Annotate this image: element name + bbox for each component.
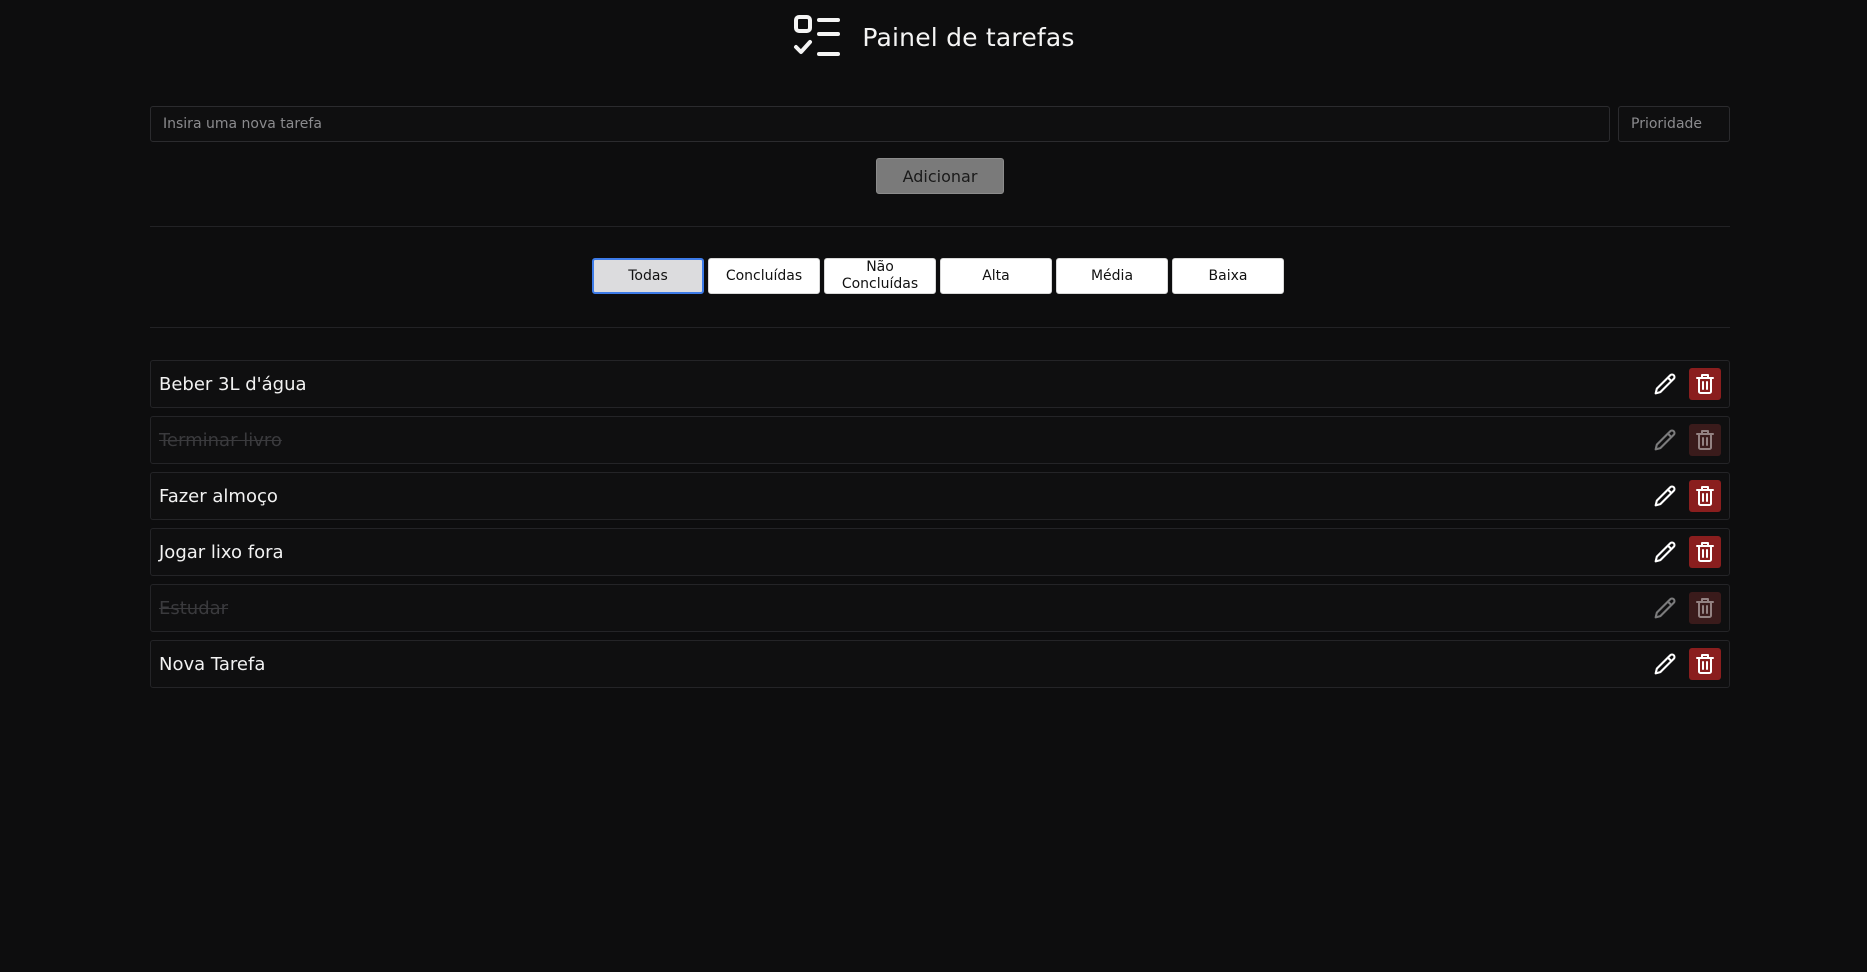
delete-task-button[interactable] <box>1689 368 1721 400</box>
add-task-button[interactable]: Adicionar <box>876 158 1004 194</box>
task-item[interactable]: Beber 3L d'água <box>150 360 1730 408</box>
page-title: Painel de tarefas <box>862 22 1075 52</box>
filter-high-button[interactable]: Alta <box>940 258 1052 294</box>
edit-task-button[interactable] <box>1651 482 1679 510</box>
new-task-input[interactable] <box>150 106 1610 142</box>
priority-input[interactable] <box>1618 106 1730 142</box>
task-text: Terminar livro <box>159 429 282 451</box>
task-item[interactable]: Jogar lixo fora <box>150 528 1730 576</box>
trash-icon <box>1695 485 1715 507</box>
task-item[interactable]: Nova Tarefa <box>150 640 1730 688</box>
trash-icon <box>1695 429 1715 451</box>
pencil-icon <box>1651 370 1679 398</box>
task-list: Beber 3L d'água Terminar livro Fazer alm… <box>150 360 1730 696</box>
pencil-icon <box>1651 650 1679 678</box>
pencil-icon <box>1651 482 1679 510</box>
task-item[interactable]: Fazer almoço <box>150 472 1730 520</box>
edit-task-button[interactable] <box>1651 426 1679 454</box>
edit-task-button[interactable] <box>1651 538 1679 566</box>
task-text: Jogar lixo fora <box>159 541 284 563</box>
filter-all-button[interactable]: Todas <box>592 258 704 294</box>
task-text: Estudar <box>159 597 229 619</box>
delete-task-button[interactable] <box>1689 480 1721 512</box>
edit-task-button[interactable] <box>1651 650 1679 678</box>
checklist-icon <box>792 14 842 60</box>
edit-task-button[interactable] <box>1651 594 1679 622</box>
trash-icon <box>1695 597 1715 619</box>
task-text: Fazer almoço <box>159 485 278 507</box>
filter-bar: Todas Concluídas Não Concluídas Alta Méd… <box>592 258 1284 294</box>
filter-low-button[interactable]: Baixa <box>1172 258 1284 294</box>
task-item[interactable]: Terminar livro <box>150 416 1730 464</box>
trash-icon <box>1695 653 1715 675</box>
filter-not-completed-button[interactable]: Não Concluídas <box>824 258 936 294</box>
pencil-icon <box>1651 538 1679 566</box>
task-text: Beber 3L d'água <box>159 373 307 395</box>
delete-task-button[interactable] <box>1689 592 1721 624</box>
pencil-icon <box>1651 426 1679 454</box>
task-text: Nova Tarefa <box>159 653 266 675</box>
divider <box>150 226 1730 227</box>
edit-task-button[interactable] <box>1651 370 1679 398</box>
filter-medium-button[interactable]: Média <box>1056 258 1168 294</box>
divider <box>150 327 1730 328</box>
delete-task-button[interactable] <box>1689 536 1721 568</box>
header: Painel de tarefas <box>0 14 1867 60</box>
page: Painel de tarefas Adicionar Todas Conclu… <box>0 0 1867 972</box>
delete-task-button[interactable] <box>1689 648 1721 680</box>
delete-task-button[interactable] <box>1689 424 1721 456</box>
filter-completed-button[interactable]: Concluídas <box>708 258 820 294</box>
trash-icon <box>1695 541 1715 563</box>
trash-icon <box>1695 373 1715 395</box>
pencil-icon <box>1651 594 1679 622</box>
task-item[interactable]: Estudar <box>150 584 1730 632</box>
